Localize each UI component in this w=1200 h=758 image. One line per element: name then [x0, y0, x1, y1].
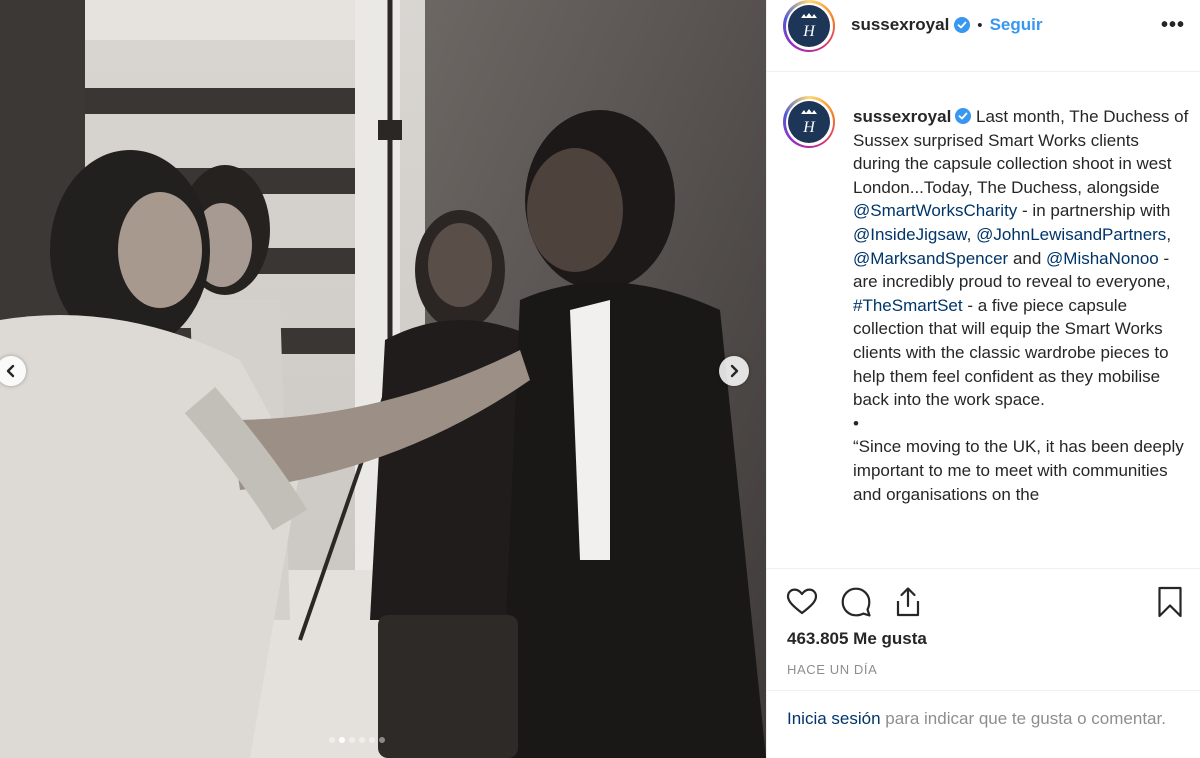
post-actions: 463.805 Me gusta HACE UN DÍA	[767, 568, 1200, 690]
carousel-dot	[359, 737, 365, 743]
caption-segment: - in partnership with	[1017, 201, 1171, 221]
carousel-dot	[339, 737, 345, 743]
share-icon[interactable]	[891, 585, 925, 619]
monogram-text: H	[802, 119, 816, 136]
post-side-panel: H sussexroyal • Seguir ••• H sussexroyal…	[766, 0, 1200, 758]
caption-area[interactable]: H sussexroyal Last month, The Duchess of…	[767, 72, 1200, 568]
follow-button[interactable]: Seguir	[990, 15, 1043, 35]
login-link[interactable]: Inicia sesión	[787, 709, 881, 728]
comment-icon[interactable]	[839, 585, 873, 619]
caption-quote: “Since moving to the UK, it has been dee…	[853, 437, 1184, 504]
login-prompt-text: para indicar que te gusta o comentar.	[880, 709, 1166, 728]
carousel-indicator	[329, 737, 385, 743]
caption-text: sussexroyal Last month, The Duchess of S…	[853, 105, 1189, 506]
monogram-logo: H	[801, 109, 817, 136]
hashtag-link[interactable]: #TheSmartSet	[853, 296, 963, 315]
caption-segment: ,	[1166, 224, 1172, 244]
caption-segment: and	[1008, 248, 1047, 268]
heart-icon[interactable]	[785, 585, 819, 619]
caption-segment: ,	[966, 224, 977, 244]
like-count[interactable]: 463.805 Me gusta	[787, 629, 927, 649]
verified-badge-icon	[955, 108, 972, 124]
monogram-logo: H	[801, 13, 817, 40]
mention-link[interactable]: @MarksandSpencer	[853, 249, 1008, 268]
bookmark-icon[interactable]	[1153, 585, 1187, 619]
mention-link[interactable]: @MishaNonoo	[1046, 249, 1159, 268]
caption-avatar[interactable]: H	[783, 96, 835, 148]
post-header: H sussexroyal • Seguir •••	[767, 0, 1200, 72]
mention-link[interactable]: @SmartWorksCharity	[853, 201, 1017, 220]
verified-badge-icon	[954, 17, 971, 33]
carousel-dot	[329, 737, 335, 743]
caption-bullet: •	[853, 413, 859, 433]
post-timestamp[interactable]: HACE UN DÍA	[787, 662, 877, 677]
chevron-left-icon	[6, 364, 15, 378]
login-prompt: Inicia sesión para indicar que te gusta …	[767, 690, 1200, 758]
carousel-dot	[379, 737, 385, 743]
mention-link[interactable]: @JohnLewisandPartners	[976, 225, 1166, 244]
carousel-dot	[349, 737, 355, 743]
header-username[interactable]: sussexroyal	[851, 15, 949, 35]
more-options-button[interactable]: •••	[1161, 14, 1185, 37]
account-avatar[interactable]: H	[783, 0, 835, 52]
header-separator: •	[977, 16, 983, 34]
carousel-dot	[369, 737, 375, 743]
post-photo[interactable]	[0, 0, 766, 758]
chevron-right-icon	[730, 364, 739, 378]
mention-link[interactable]: @InsideJigsaw	[853, 225, 967, 244]
photo-scene	[0, 0, 766, 758]
monogram-text: H	[802, 23, 816, 40]
next-photo-button[interactable]	[719, 356, 749, 386]
caption-username[interactable]: sussexroyal	[853, 107, 951, 126]
